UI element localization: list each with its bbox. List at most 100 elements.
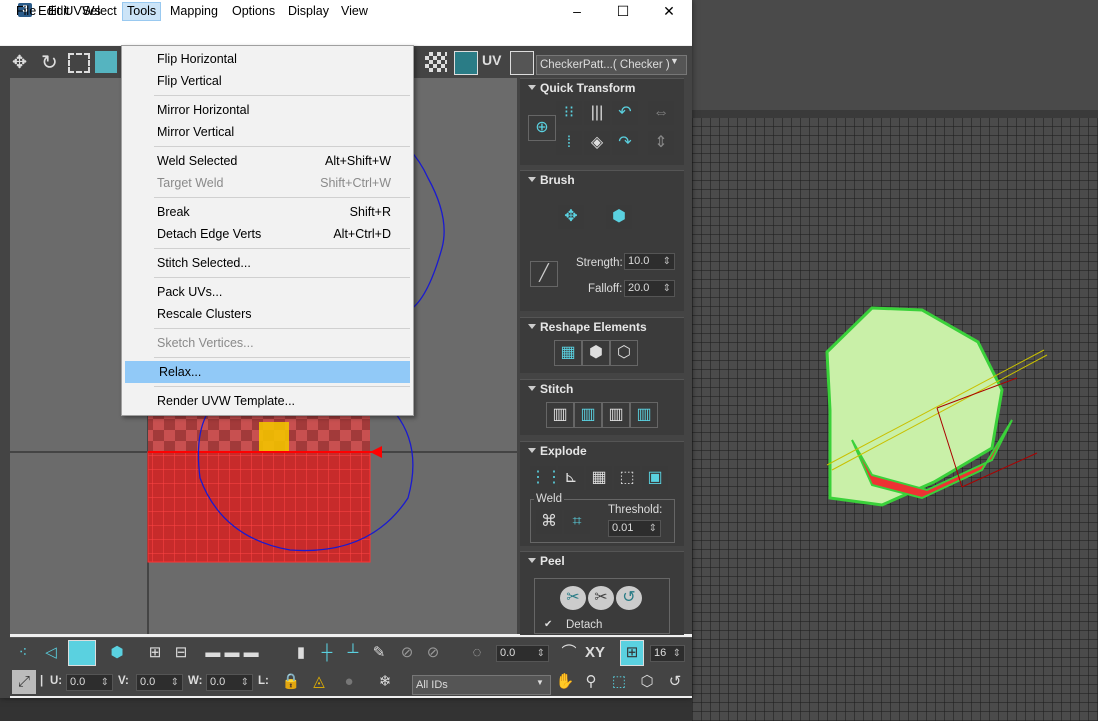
rotate-ccw-button[interactable]: ↶ — [612, 101, 638, 125]
break-icon[interactable]: ⋮⋮ — [530, 466, 562, 490]
rollout-title[interactable]: Brush — [540, 173, 575, 187]
edge-select-icon[interactable]: ◁ — [40, 641, 62, 665]
texture-settings-icon[interactable] — [510, 51, 534, 75]
chevron-down-icon[interactable]: ▼ — [536, 678, 544, 687]
minimize-button[interactable]: – — [554, 0, 600, 22]
face-select-icon[interactable] — [68, 640, 96, 666]
v-spinner[interactable]: 0.0 — [136, 674, 183, 691]
stitch-source-icon[interactable]: ▥ — [574, 402, 602, 428]
zoom-region-icon[interactable]: ⬚ — [608, 670, 630, 694]
menu-item-rescale-clusters[interactable]: Rescale Clusters — [123, 303, 410, 325]
align-vertical-button[interactable]: ||| — [584, 101, 610, 125]
freeze-toggle-icon[interactable]: ● — [338, 670, 360, 694]
flatten-icon[interactable]: ▣ — [642, 466, 668, 490]
move-icon[interactable]: ✥ — [12, 52, 27, 73]
lock-icon[interactable]: 🔒 — [280, 670, 302, 694]
zoom-extents-icon[interactable]: ⬡ — [636, 670, 658, 694]
menu-item-relax[interactable]: Relax... — [125, 361, 410, 383]
loop-select-icon[interactable]: ▬ ▬ ▬ — [202, 641, 262, 665]
straighten-icon[interactable]: ▦ — [554, 340, 582, 366]
weld-target-icon[interactable]: ⌗ — [564, 510, 590, 534]
space-horizontal-button[interactable]: ⇔ — [648, 101, 674, 125]
menu-file[interactable]: File — [12, 3, 40, 20]
cylinder-object[interactable] — [692, 0, 1098, 721]
zoom-selected-icon[interactable]: ↺ — [664, 670, 686, 694]
rollout-title[interactable]: Peel — [540, 554, 565, 568]
menu-tools[interactable]: Tools — [122, 2, 162, 21]
curve-icon[interactable]: ⌒ — [558, 641, 580, 665]
menu-view[interactable]: View — [337, 3, 372, 20]
menu-item-render-uvw-template[interactable]: Render UVW Template... — [123, 390, 410, 412]
menu-item-flip-horizontal[interactable]: Flip Horizontal — [123, 48, 410, 70]
checker-map-select[interactable]: CheckerPatt...( Checker ) — [536, 55, 687, 75]
shrink-select-icon[interactable]: ⊟ — [170, 641, 192, 665]
menu-item-mirror-vertical[interactable]: Mirror Vertical — [123, 121, 410, 143]
rollout-title[interactable]: Explode — [540, 444, 587, 458]
brush-settings-icon[interactable]: ╱ — [530, 261, 558, 287]
paint-shrink-icon[interactable]: ⊘ — [422, 641, 444, 665]
relax-until-flat-icon[interactable]: ⬢ — [582, 340, 610, 366]
set-pivot-button[interactable]: ⊕ — [528, 115, 556, 141]
peel-mode-icon[interactable]: ✂ — [588, 586, 614, 610]
grow-edge-icon[interactable]: ┼ — [316, 641, 338, 665]
grow-select-icon[interactable]: ⊞ — [144, 641, 166, 665]
chevron-down-icon[interactable]: ▼ — [670, 56, 679, 66]
soft-select-icon[interactable]: ◌ — [466, 641, 488, 665]
element-select-icon[interactable]: ⬢ — [106, 641, 128, 665]
rollout-title[interactable]: Stitch — [540, 382, 573, 396]
menu-item-stitch-selected[interactable]: Stitch Selected... — [123, 252, 410, 274]
collapse-icon[interactable] — [528, 448, 536, 453]
shrink-edge-icon[interactable]: ┴ — [342, 641, 364, 665]
scale-icon[interactable] — [68, 53, 90, 73]
collapse-icon[interactable] — [528, 85, 536, 90]
menu-item-pack-uvs[interactable]: Pack UVs... — [123, 281, 410, 303]
explode-checker-icon[interactable]: ⬚ — [614, 466, 640, 490]
freeze-icon[interactable]: ❄ — [374, 670, 396, 694]
angle-spinner[interactable]: 0.0 — [496, 645, 549, 662]
paint-select-icon[interactable]: ✎ — [368, 641, 390, 665]
relax-icon[interactable]: ⬡ — [610, 340, 638, 366]
w-spinner[interactable]: 0.0 — [206, 674, 253, 691]
strength-spinner[interactable]: 10.0 — [624, 253, 675, 270]
weld-selected-icon[interactable]: ⌘ — [536, 510, 562, 534]
checker-toggle-icon[interactable] — [425, 52, 447, 72]
uv-mode-label[interactable]: UV — [482, 52, 501, 68]
space-vertical-button[interactable]: ⇕ — [648, 131, 674, 155]
collapse-icon[interactable] — [528, 177, 536, 182]
freeform-icon[interactable] — [95, 51, 117, 73]
explode-grid-icon[interactable]: ▦ — [586, 466, 612, 490]
menu-item-break[interactable]: Break Shift+R — [123, 201, 410, 223]
stitch-average-icon[interactable]: ▥ — [602, 402, 630, 428]
snap-icon[interactable]: ⊞ — [620, 640, 644, 666]
reset-peel-icon[interactable]: ↺ — [616, 586, 642, 610]
menu-edit[interactable]: Edit — [44, 3, 74, 20]
absolute-mode-icon[interactable]: ⤢ — [12, 670, 36, 694]
menu-display[interactable]: Display — [284, 3, 333, 20]
menu-mapping[interactable]: Mapping — [166, 3, 222, 20]
align-diagonal-button[interactable]: ◈ — [584, 131, 610, 155]
menu-item-weld-selected[interactable]: Weld Selected Alt+Shift+W — [123, 150, 410, 172]
align-grid-button[interactable]: ⁞ — [556, 131, 582, 155]
menu-item-detach-edge-verts[interactable]: Detach Edge Verts Alt+Ctrl+D — [123, 223, 410, 245]
falloff-spinner[interactable]: 20.0 — [624, 280, 675, 297]
rollout-title[interactable]: Quick Transform — [540, 81, 635, 95]
show-map-icon[interactable] — [454, 51, 478, 75]
collapse-icon[interactable] — [528, 386, 536, 391]
stitch-custom-icon[interactable]: ▥ — [546, 402, 574, 428]
zoom-icon[interactable]: ⚲ — [580, 670, 602, 694]
menu-options[interactable]: Options — [228, 3, 279, 20]
rotate-icon[interactable]: ↻ — [41, 50, 58, 75]
ring-select-icon[interactable]: ▮ — [290, 641, 312, 665]
paint-grow-icon[interactable]: ⊘ — [396, 641, 418, 665]
vertex-select-icon[interactable]: ⁖ — [12, 641, 34, 665]
pixel-snap-spinner[interactable]: 16 — [650, 645, 685, 662]
collapse-icon[interactable] — [528, 558, 536, 563]
rollout-title[interactable]: Reshape Elements — [540, 320, 647, 334]
material-id-select[interactable]: All IDs — [412, 675, 551, 695]
stitch-target-icon[interactable]: ▥ — [630, 402, 658, 428]
u-spinner[interactable]: 0.0 — [66, 674, 113, 691]
hide-icon[interactable]: ◬ — [308, 670, 330, 694]
collapse-icon[interactable] — [528, 324, 536, 329]
quick-peel-icon[interactable]: ✂ — [560, 586, 586, 610]
threshold-spinner[interactable]: 0.01 — [608, 520, 661, 537]
